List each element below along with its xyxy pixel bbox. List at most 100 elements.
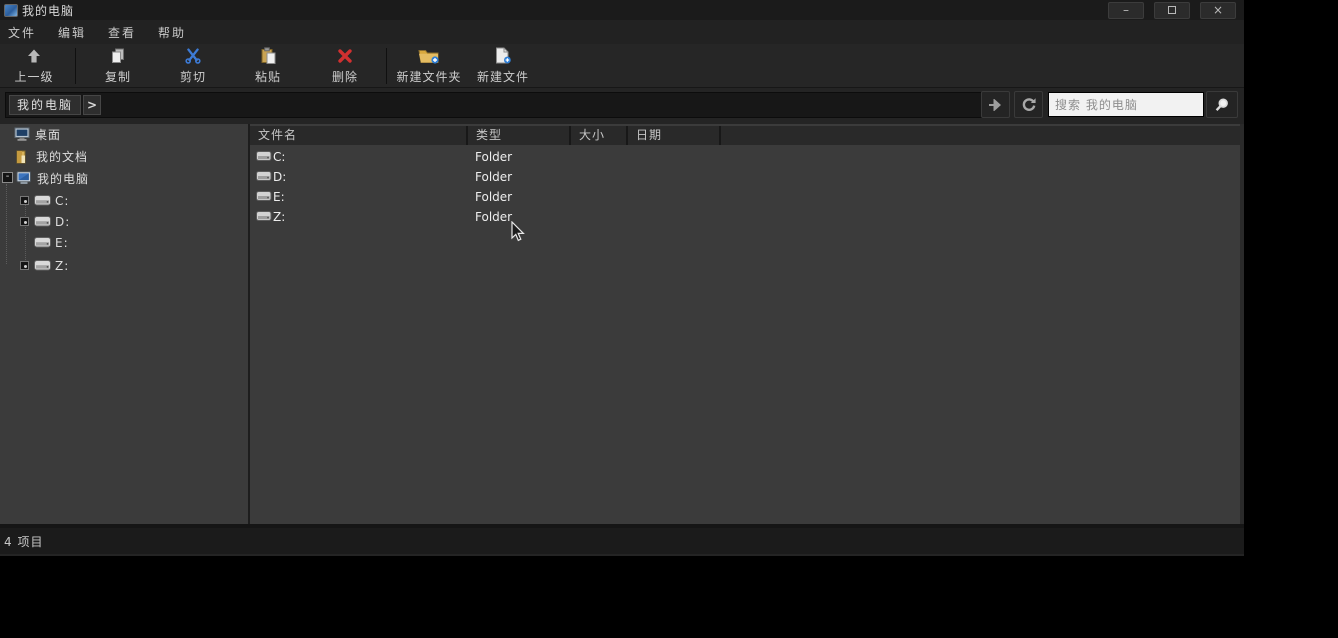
close-button[interactable]: × [1200, 2, 1236, 19]
menu-bar: 文件 编辑 查看 帮助 [0, 20, 1244, 44]
toolbar-button-label: 删除 [332, 68, 358, 85]
delete-x-icon [337, 47, 353, 64]
search-button[interactable] [1206, 91, 1238, 118]
file-row-c[interactable]: C: Folder [250, 147, 1240, 167]
sidebar-item-label: Z: [55, 259, 69, 273]
column-header-name[interactable]: 文件名 [250, 126, 466, 145]
tree-collapse-toggle[interactable]: - [2, 172, 13, 183]
maximize-button[interactable] [1154, 2, 1190, 19]
new-file-icon [494, 47, 512, 64]
menu-file[interactable]: 文件 [8, 24, 48, 41]
file-row-z[interactable]: Z: Folder [250, 207, 1240, 227]
column-header-size[interactable]: 大小 [571, 126, 626, 145]
menu-help[interactable]: 帮助 [158, 24, 198, 41]
computer-icon [16, 171, 34, 186]
list-header: 文件名 类型 大小 日期 [250, 126, 1240, 145]
address-bar[interactable]: 我的电脑 > [5, 92, 985, 118]
tree-expand-toggle[interactable] [20, 217, 29, 226]
tree-connector-line [6, 184, 7, 264]
drive-icon [256, 190, 272, 203]
sidebar-item-drive-e[interactable]: E: [34, 234, 69, 252]
minus-icon: - [6, 171, 10, 182]
desktop-monitor-icon [14, 127, 32, 142]
title-bar: 我的电脑 – × [0, 0, 1244, 20]
sidebar-item-label: C: [55, 194, 69, 208]
search-input[interactable] [1048, 92, 1204, 117]
toolbar-button-label: 新建文件夹 [396, 68, 461, 85]
maximize-icon [1168, 6, 1176, 14]
refresh-icon [1021, 97, 1037, 113]
up-level-button[interactable]: 上一级 [6, 47, 62, 85]
go-button[interactable] [981, 91, 1010, 118]
new-folder-button[interactable]: 新建文件夹 [394, 47, 464, 85]
column-header-date[interactable]: 日期 [628, 126, 719, 145]
up-arrow-icon [26, 47, 42, 64]
list-rows: C: Folder D: Folder [250, 147, 1240, 227]
file-manager-window: 我的电脑 – × 文件 编辑 查看 帮助 上一级 [0, 0, 1244, 556]
copy-icon [110, 47, 126, 64]
sidebar-tree: 桌面 我的文档 - [0, 124, 248, 524]
minimize-button[interactable]: – [1108, 2, 1144, 19]
sidebar-item-drive-d[interactable]: D: [34, 213, 70, 231]
sidebar-item-documents[interactable]: 我的文档 [15, 147, 88, 165]
file-name: Z: [273, 210, 285, 224]
menu-edit[interactable]: 编辑 [58, 24, 98, 41]
file-type: Folder [475, 210, 512, 224]
delete-button[interactable]: 删除 [315, 47, 375, 85]
copy-button[interactable]: 复制 [88, 47, 148, 85]
status-bar: 4 项目 [0, 528, 1244, 554]
sidebar-item-label: 桌面 [35, 126, 61, 143]
drive-icon [34, 236, 52, 251]
file-row-d[interactable]: D: Folder [250, 167, 1240, 187]
paste-icon [260, 47, 276, 64]
sidebar-item-desktop[interactable]: 桌面 [14, 125, 61, 143]
documents-folder-icon [15, 149, 33, 164]
pane-right-edge [1240, 124, 1244, 524]
paste-button[interactable]: 粘贴 [238, 47, 298, 85]
magnifier-icon [1214, 97, 1230, 113]
new-folder-icon [418, 47, 440, 64]
address-row: 我的电脑 > [0, 88, 1244, 124]
tree-connector-line [25, 204, 26, 266]
toolbar-separator [75, 48, 76, 84]
column-header-type[interactable]: 类型 [468, 126, 569, 145]
file-type: Folder [475, 150, 512, 164]
close-icon: × [1213, 3, 1223, 17]
window-controls: – × [1108, 2, 1236, 19]
drive-icon [256, 150, 272, 163]
sidebar-item-label: E: [55, 236, 69, 250]
column-header-empty [721, 126, 1240, 145]
mouse-cursor [510, 221, 525, 243]
item-count: 4 项目 [4, 533, 43, 550]
main-area: 桌面 我的文档 - [0, 124, 1244, 524]
sidebar-item-label: 我的电脑 [37, 170, 89, 187]
drive-icon [34, 215, 52, 230]
sidebar-item-computer[interactable]: 我的电脑 [16, 169, 89, 187]
file-type: Folder [475, 190, 512, 204]
file-type: Folder [475, 170, 512, 184]
scissors-icon [185, 47, 201, 64]
file-list-pane: 文件名 类型 大小 日期 C: Folder [250, 124, 1240, 524]
cut-button[interactable]: 剪切 [163, 47, 223, 85]
drive-icon [34, 259, 52, 274]
toolbar-separator [386, 48, 387, 84]
right-arrow-icon [988, 99, 1004, 111]
sidebar-item-drive-c[interactable]: C: [34, 192, 69, 210]
menu-view[interactable]: 查看 [108, 24, 148, 41]
drive-icon [256, 170, 272, 183]
drive-icon [256, 210, 272, 223]
toolbar-button-label: 上一级 [14, 68, 53, 85]
minimize-icon: – [1123, 3, 1129, 17]
tree-expand-toggle[interactable] [20, 196, 29, 205]
refresh-button[interactable] [1014, 91, 1043, 118]
chevron-right-icon[interactable]: > [83, 95, 101, 115]
file-row-e[interactable]: E: Folder [250, 187, 1240, 207]
toolbar: 上一级 复制 [0, 44, 1244, 88]
toolbar-button-label: 新建文件 [477, 68, 529, 85]
breadcrumb[interactable]: 我的电脑 [9, 95, 81, 115]
new-file-button[interactable]: 新建文件 [470, 47, 536, 85]
tree-expand-toggle[interactable] [20, 261, 29, 270]
sidebar-item-label: D: [55, 215, 70, 229]
sidebar-item-drive-z[interactable]: Z: [34, 257, 69, 275]
drive-icon [34, 194, 52, 209]
